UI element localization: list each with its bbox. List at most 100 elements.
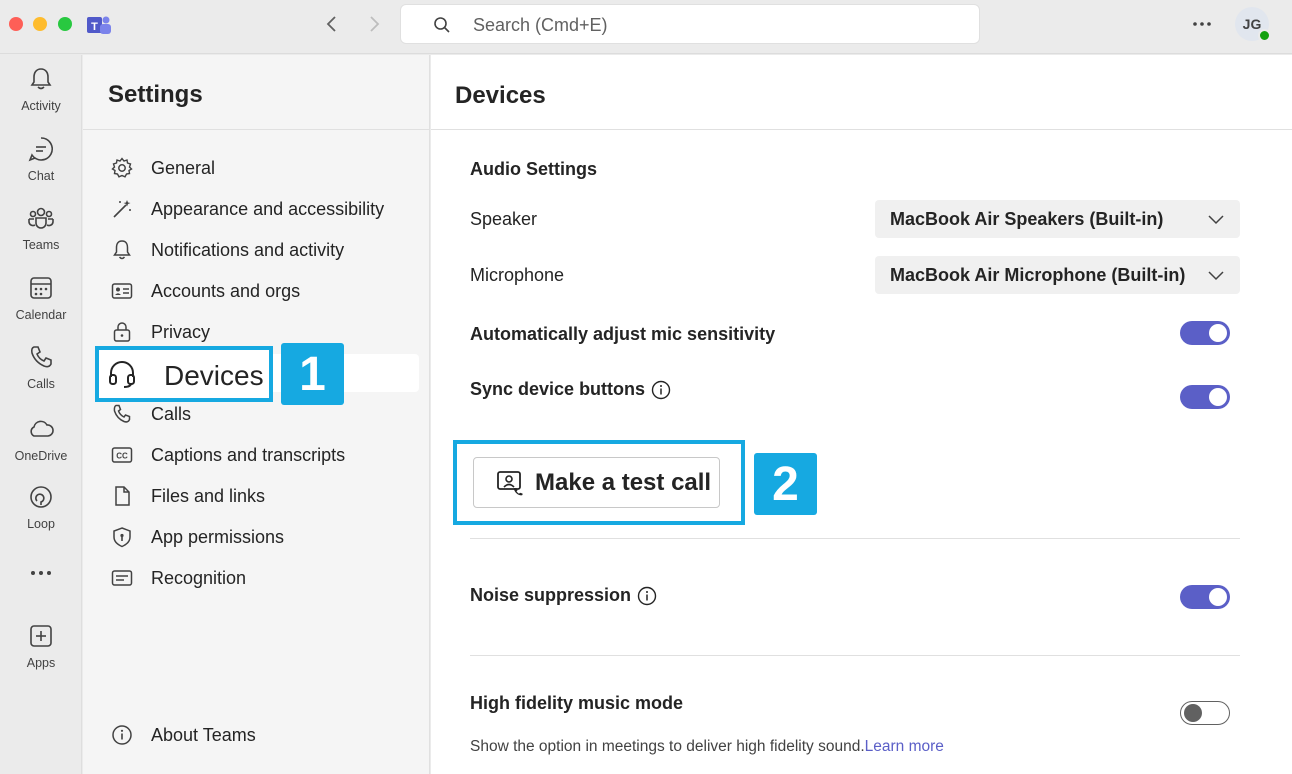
divider — [470, 655, 1240, 656]
rail-label: Teams — [22, 238, 60, 252]
info-icon[interactable] — [637, 586, 657, 606]
rail-item-activity[interactable]: Activity — [0, 65, 82, 125]
search-bar[interactable] — [400, 4, 980, 45]
chevron-down-icon — [1208, 215, 1224, 225]
microphone-select[interactable]: MacBook Air Microphone (Built-in) — [875, 256, 1240, 294]
hifi-music-label-text: High fidelity music mode — [470, 693, 684, 713]
search-icon — [434, 17, 450, 33]
settings-item-files[interactable]: Files and links — [83, 476, 429, 516]
file-icon — [115, 486, 130, 506]
settings-item-app-permissions[interactable]: App permissions — [83, 517, 429, 557]
make-test-call-button[interactable]: Make a test call — [473, 457, 720, 508]
rail-label: Calendar — [15, 308, 67, 322]
hifi-music-label: High fidelity music mode — [470, 693, 683, 714]
more-apps-icon[interactable] — [28, 563, 54, 583]
sync-buttons-label-text: Sync device buttons — [470, 379, 646, 399]
page-title: Devices — [455, 82, 546, 109]
auto-mic-toggle[interactable] — [1180, 321, 1230, 345]
sync-buttons-label: Sync device buttons — [470, 379, 671, 400]
svg-text:CC: CC — [116, 452, 128, 461]
noise-suppression-toggle[interactable] — [1180, 585, 1230, 609]
settings-item-label: General — [151, 158, 216, 178]
settings-item-captions[interactable]: CC Captions and transcripts — [83, 435, 429, 475]
rail-label: Activity — [21, 99, 61, 113]
rail-label: Calls — [27, 377, 55, 391]
noise-suppression-label: Noise suppression — [470, 585, 657, 606]
settings-item-notifications[interactable]: Notifications and activity — [83, 230, 429, 270]
close-window-button[interactable] — [9, 17, 23, 31]
search-input[interactable] — [473, 5, 953, 45]
rail-item-onedrive[interactable]: OneDrive — [0, 415, 82, 475]
forward-arrow-icon[interactable] — [364, 14, 384, 34]
hifi-hint-text: Show the option in meetings to deliver h… — [470, 738, 865, 755]
toggle-knob — [1209, 324, 1227, 342]
more-options-icon[interactable] — [1188, 10, 1216, 38]
toggle-knob — [1184, 704, 1202, 722]
auto-mic-label-text: Automatically adjust mic sensitivity — [470, 324, 776, 344]
minimize-window-button[interactable] — [33, 17, 47, 31]
rail-label: Loop — [27, 517, 55, 531]
settings-item-accounts[interactable]: Accounts and orgs — [83, 271, 429, 311]
learn-more-link[interactable]: Learn more — [865, 738, 944, 755]
callout-badge-2: 2 — [754, 453, 817, 515]
teams-icon — [28, 207, 54, 229]
rail-item-chat[interactable]: Chat — [0, 135, 82, 195]
settings-nav: Settings General Appearance and accessib… — [83, 55, 430, 774]
shield-icon — [113, 527, 131, 548]
rail-label: Chat — [27, 169, 55, 183]
title-bar: T JG — [0, 0, 1292, 54]
callout-badge-1: 1 — [281, 343, 344, 405]
calendar-icon — [30, 277, 52, 299]
phone-icon — [30, 346, 52, 368]
rail-item-teams[interactable]: Teams — [0, 204, 82, 264]
settings-item-devices[interactable]: Devices — [95, 346, 273, 402]
settings-item-label: Privacy — [151, 322, 211, 342]
settings-item-label: Notifications and activity — [151, 240, 345, 260]
test-call-icon — [497, 471, 523, 496]
zoom-window-button[interactable] — [58, 17, 72, 31]
rail-label: OneDrive — [14, 449, 68, 463]
settings-item-label: Accounts and orgs — [151, 281, 301, 301]
presence-available-badge — [1258, 29, 1271, 42]
settings-item-general[interactable]: General — [83, 148, 429, 188]
headset-icon — [109, 361, 135, 388]
settings-item-recognition[interactable]: Recognition — [83, 558, 429, 598]
rail-item-calls[interactable]: Calls — [0, 343, 82, 403]
gear-icon — [111, 157, 133, 178]
wand-icon — [113, 200, 131, 218]
rail-item-loop[interactable]: Loop — [0, 483, 82, 543]
bell-icon — [113, 240, 131, 260]
microphone-label: Microphone — [470, 265, 565, 285]
speaker-select[interactable]: MacBook Air Speakers (Built-in) — [875, 200, 1240, 238]
settings-item-label: Devices — [164, 360, 264, 391]
rail-item-apps[interactable]: Apps — [0, 622, 82, 682]
settings-item-label: Recognition — [151, 568, 247, 588]
microphone-select-value: MacBook Air Microphone (Built-in) — [890, 265, 1186, 285]
rail-label: Apps — [26, 656, 56, 670]
about-teams-link[interactable]: About Teams — [83, 715, 429, 755]
info-icon[interactable] — [651, 380, 671, 400]
cc-icon: CC — [111, 447, 133, 463]
cloud-icon — [30, 420, 54, 437]
hifi-music-toggle[interactable] — [1180, 701, 1230, 725]
info-icon — [112, 725, 132, 745]
speaker-label: Speaker — [470, 209, 538, 229]
recognition-icon — [111, 570, 133, 586]
toggle-knob — [1209, 388, 1227, 406]
settings-title: Settings — [108, 81, 203, 108]
divider — [83, 129, 429, 130]
svg-text:T: T — [91, 21, 98, 33]
id-card-icon — [111, 283, 133, 299]
hifi-hint: Show the option in meetings to deliver h… — [470, 738, 944, 756]
divider — [470, 538, 1240, 539]
about-teams-label: About Teams — [151, 725, 256, 745]
make-test-call-label: Make a test call — [535, 469, 712, 496]
noise-suppression-label-text: Noise suppression — [470, 585, 632, 605]
devices-panel: Devices Audio Settings Speaker MacBook A… — [431, 55, 1292, 774]
chevron-down-icon — [1208, 271, 1224, 281]
phone-icon — [113, 404, 131, 423]
sync-buttons-toggle[interactable] — [1180, 385, 1230, 409]
back-arrow-icon[interactable] — [322, 14, 342, 34]
settings-item-appearance[interactable]: Appearance and accessibility — [83, 189, 429, 229]
rail-item-calendar[interactable]: Calendar — [0, 274, 82, 334]
